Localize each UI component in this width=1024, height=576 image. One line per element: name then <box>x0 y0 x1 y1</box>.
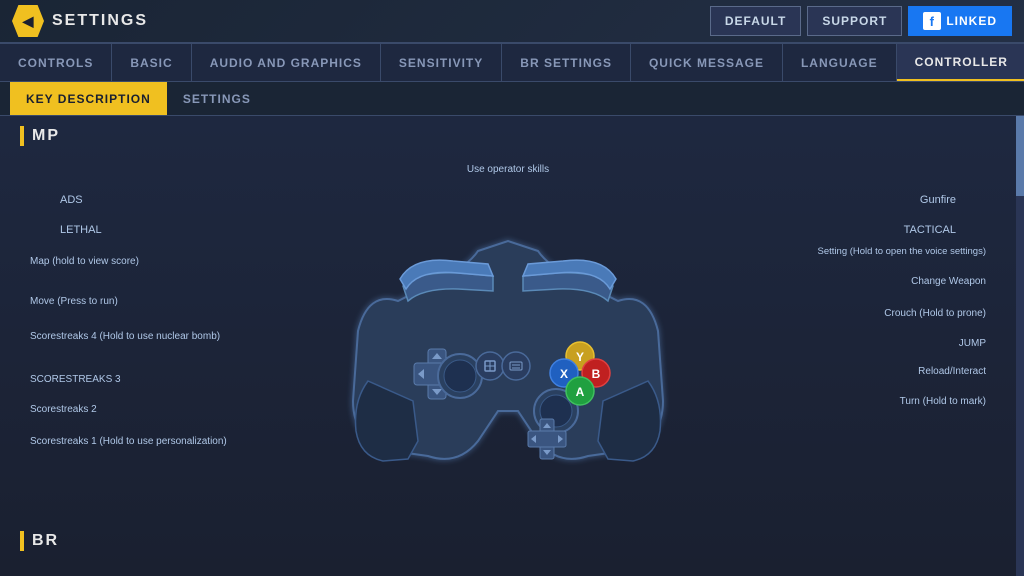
tab-language[interactable]: LANGUAGE <box>783 44 897 81</box>
label-setting: Setting (Hold to open the voice settings… <box>818 246 986 257</box>
logo: ◀ SETTINGS <box>12 5 148 37</box>
tab-basic[interactable]: BASIC <box>112 44 191 81</box>
controller-svg: Y X B A <box>338 201 678 481</box>
label-gunfire: Gunfire <box>920 194 956 206</box>
label-move: Move (Press to run) <box>30 296 118 307</box>
label-operator: Use operator skills <box>467 164 549 175</box>
label-lethal: LETHAL <box>60 224 102 236</box>
sub-tab-key-description[interactable]: KEY DESCRIPTION <box>10 82 167 115</box>
tab-quick-message[interactable]: QUICK MESSAGE <box>631 44 783 81</box>
label-scorestreaks2: Scorestreaks 2 <box>30 404 97 415</box>
svg-text:Y: Y <box>576 350 584 364</box>
label-scorestreaks1: Scorestreaks 1 (Hold to use personalizat… <box>30 436 160 447</box>
label-turn: Turn (Hold to mark) <box>900 396 986 407</box>
label-scorestreaks4: Scorestreaks 4 (Hold to use nuclear bomb… <box>30 331 160 342</box>
svg-text:B: B <box>592 367 601 381</box>
tab-br-settings[interactable]: BR SETTINGS <box>502 44 631 81</box>
tab-audio-graphics[interactable]: AUDIO AND GRAPHICS <box>192 44 381 81</box>
content-area: MP <box>0 116 1016 576</box>
header: ◀ SETTINGS DEFAULT SUPPORT f LINKED <box>0 0 1024 44</box>
logo-icon: ◀ <box>12 5 44 37</box>
section-bar-br <box>20 531 24 551</box>
section-label-br: BR <box>32 532 59 550</box>
facebook-icon: f <box>923 12 941 30</box>
tab-controller[interactable]: CONTROLLER <box>897 44 1024 81</box>
scrollbar[interactable] <box>1016 116 1024 576</box>
sub-tab-settings[interactable]: SETTINGS <box>167 82 267 115</box>
label-scorestreaks3: SCORESTREAKS 3 <box>30 374 121 385</box>
label-reload: Reload/Interact <box>918 366 986 377</box>
svg-text:X: X <box>560 367 568 381</box>
tab-bar: CONTROLS BASIC AUDIO AND GRAPHICS SENSIT… <box>0 44 1024 82</box>
sub-tab-bar: KEY DESCRIPTION SETTINGS <box>0 82 1024 116</box>
controller-area: Y X B A ADS L <box>20 156 996 526</box>
label-crouch: Crouch (Hold to prone) <box>884 308 986 319</box>
tab-controls[interactable]: CONTROLS <box>0 44 112 81</box>
linked-button[interactable]: f LINKED <box>908 6 1012 36</box>
label-change-weapon: Change Weapon <box>911 276 986 287</box>
section-label-mp: MP <box>32 127 60 145</box>
label-jump: JUMP <box>959 338 986 349</box>
scrollbar-thumb[interactable] <box>1016 116 1024 196</box>
label-tactical: TACTICAL <box>904 224 956 236</box>
label-ads: ADS <box>60 194 83 206</box>
main-content: MP <box>0 116 1024 576</box>
label-map: Map (hold to view score) <box>30 256 139 267</box>
section-title-mp: MP <box>20 126 996 146</box>
header-buttons: DEFAULT SUPPORT f LINKED <box>710 6 1012 36</box>
support-button[interactable]: SUPPORT <box>807 6 902 36</box>
default-button[interactable]: DEFAULT <box>710 6 801 36</box>
section-bar <box>20 126 24 146</box>
section-title-br: BR <box>20 531 996 551</box>
logo-text: SETTINGS <box>52 12 148 30</box>
svg-text:A: A <box>576 385 585 399</box>
tab-sensitivity[interactable]: SENSITIVITY <box>381 44 502 81</box>
